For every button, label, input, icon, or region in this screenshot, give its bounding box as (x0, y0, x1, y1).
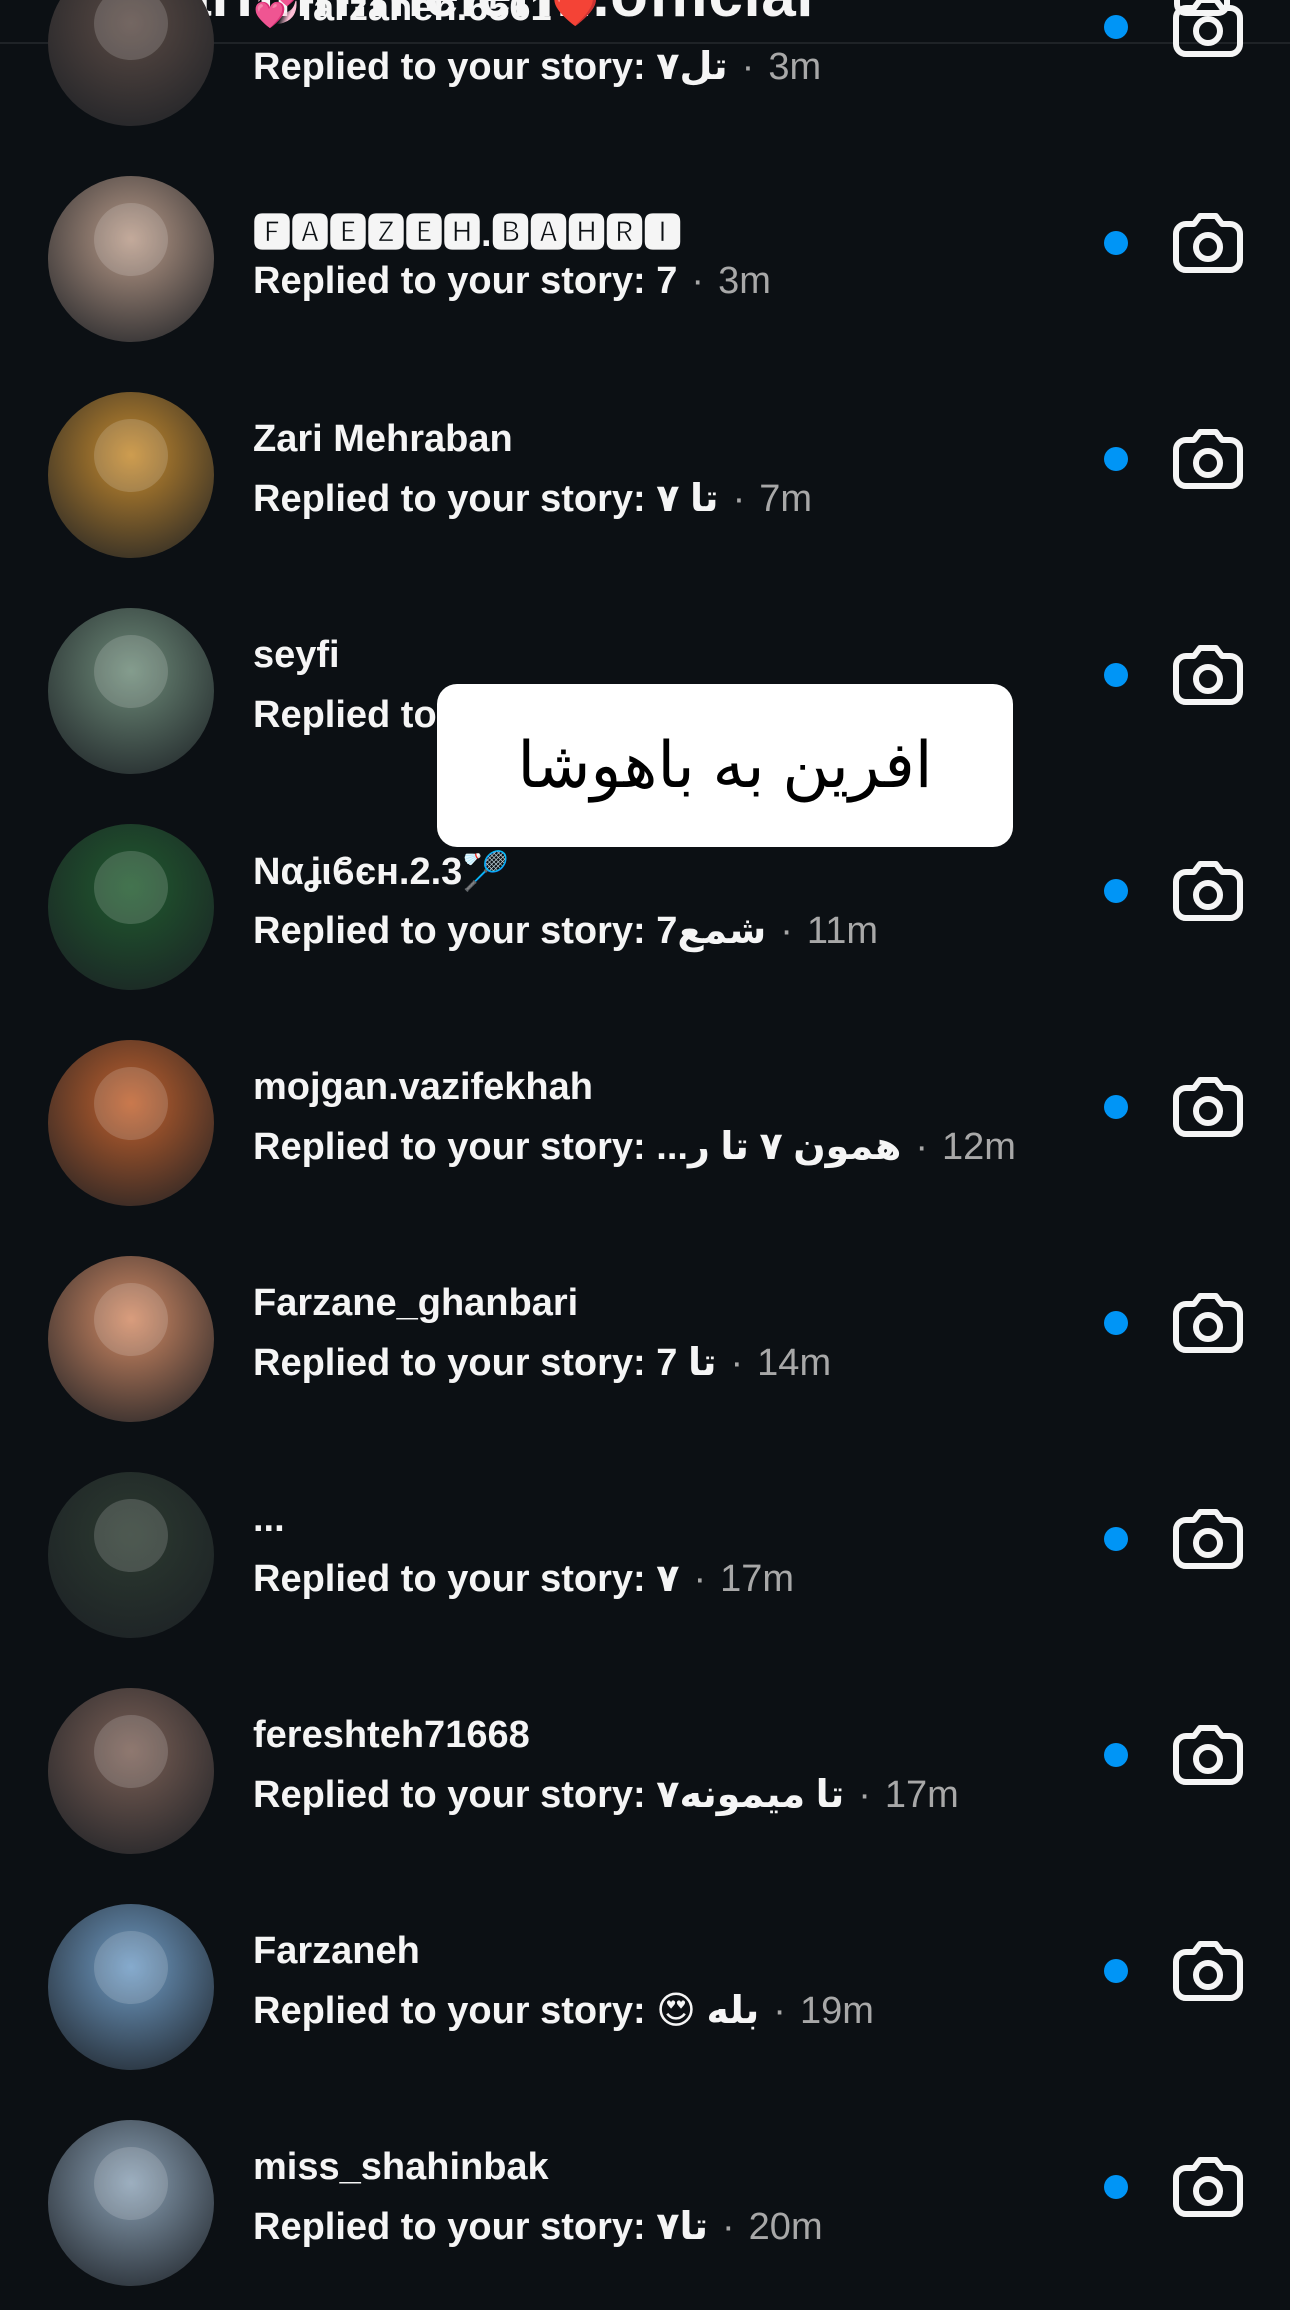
conversation-row[interactable]: 💞farzaneh.6561❤️ Replied to your story: ۷… (0, 0, 1290, 150)
separator-dot: · (773, 1990, 786, 2032)
unread-indicator (1104, 2175, 1128, 2199)
separator-dot: · (730, 1342, 744, 1384)
unread-indicator (1104, 1527, 1128, 1551)
conversation-username: miss_shahinbak (253, 2146, 549, 2188)
conversation-subtitle: Replied to your story: 7 تا · 14m (253, 1340, 831, 1385)
conversation-subtitle: Replied to your story: ۷ تا · 7m (253, 476, 812, 521)
conversation-subtitle: Replied to your story: ۷تا میمونه · 17m (253, 1772, 959, 1817)
conversation-username: 🅵🅰🅴🆉🅴🅷.🅱🅰🅷🆁🅸 (253, 213, 682, 255)
message-time: 12m (941, 1126, 1016, 1168)
camera-icon[interactable] (1172, 2156, 1244, 2218)
message-time: 11m (806, 910, 878, 952)
camera-icon[interactable] (1172, 1724, 1244, 1786)
camera-icon[interactable] (1172, 1940, 1244, 2002)
separator-dot: · (693, 1558, 707, 1600)
camera-icon[interactable] (1172, 860, 1244, 922)
unread-indicator (1104, 447, 1128, 471)
conversation-subtitle: Replied to your story: ۷تا · 20m (253, 2204, 823, 2249)
message-preview: Replied to your story: 😍 بله (253, 1990, 760, 2032)
avatar[interactable] (48, 608, 214, 774)
separator-dot: · (722, 2206, 735, 2248)
camera-icon[interactable] (1172, 0, 1244, 58)
separator-dot: · (780, 910, 793, 952)
message-preview: Replied to your story: 7شمع (253, 910, 767, 952)
conversation-username: ... (253, 1498, 285, 1540)
message-time: 20m (748, 2206, 823, 2248)
conversation-row[interactable]: Farzaneh Replied to your story: 😍 بله · 19m (0, 1878, 1290, 2094)
separator-dot: · (732, 478, 746, 520)
avatar[interactable] (48, 176, 214, 342)
conversation-username: Zari Mehraban (253, 418, 513, 460)
separator-dot: · (741, 46, 755, 88)
conversation-username: Farzaneh (253, 1930, 420, 1972)
message-preview: Replied to your story: ...همون ۷ تا ر (253, 1126, 902, 1168)
conversation-row[interactable]: ... Replied to your story: ۷ · 17m (0, 1446, 1290, 1662)
separator-dot: · (858, 1774, 871, 1816)
message-preview: Replied to your story: 7 (253, 260, 678, 302)
conversation-row[interactable]: Farzane_ghanbari Replied to your story: 7… (0, 1230, 1290, 1446)
message-preview: Replied to your story: ۷ تا (253, 478, 719, 520)
separator-dot: · (915, 1126, 928, 1168)
message-preview: Replied to your story: 7 تا (253, 1342, 717, 1384)
unread-indicator (1104, 663, 1128, 687)
conversation-row[interactable]: fereshteh71668 Replied to your story: ۷تا… (0, 1662, 1290, 1878)
conversation-username: fereshteh71668 (253, 1714, 530, 1756)
conversation-row[interactable]: mojgan.vazifekhah Replied to your story: … (0, 1014, 1290, 1230)
avatar[interactable] (48, 392, 214, 558)
avatar[interactable] (48, 1256, 214, 1422)
message-time: 3m (718, 260, 771, 302)
unread-indicator (1104, 231, 1128, 255)
conversation-username: Farzane_ghanbari (253, 1282, 579, 1324)
camera-icon[interactable] (1172, 1076, 1244, 1138)
message-preview: Replied to your story: ۷تا (253, 2206, 709, 2248)
unread-indicator (1104, 879, 1128, 903)
message-time: 17m (884, 1774, 959, 1816)
camera-icon[interactable] (1172, 212, 1244, 274)
camera-icon[interactable] (1172, 1508, 1244, 1570)
avatar[interactable] (48, 0, 214, 126)
unread-indicator (1104, 1095, 1128, 1119)
unread-indicator (1104, 1743, 1128, 1767)
avatar[interactable] (48, 824, 214, 990)
unread-indicator (1104, 15, 1128, 39)
camera-icon[interactable] (1172, 428, 1244, 490)
conversation-subtitle: Replied to your story: 7شمع · 11m (253, 908, 878, 953)
message-time: 17m (720, 1558, 795, 1600)
conversation-username: seyfi (253, 634, 340, 676)
separator-dot: · (691, 260, 705, 302)
conversation-row[interactable]: 🅵🅰🅴🆉🅴🅷.🅱🅰🅷🆁🅸 Replied to your story: 7 · 3m (0, 150, 1290, 366)
message-time: 7m (759, 478, 813, 520)
avatar[interactable] (48, 1040, 214, 1206)
avatar[interactable] (48, 1472, 214, 1638)
conversation-subtitle: Replied to your story: 😍 بله · 19m (253, 1988, 874, 2033)
camera-icon[interactable] (1172, 644, 1244, 706)
avatar[interactable] (48, 1904, 214, 2070)
conversation-username: Nαʝιϐєн.2.3🏸 (253, 851, 510, 893)
conversation-subtitle: Replied to your story: ۷ · 17m (253, 1556, 794, 1601)
conversation-row[interactable]: miss_shahinbak Replied to your story: ۷تا… (0, 2094, 1290, 2310)
avatar[interactable] (48, 1688, 214, 1854)
conversation-username: mojgan.vazifekhah (253, 1066, 593, 1108)
message-preview: Replied to your story: ۷تل (253, 46, 728, 88)
conversation-subtitle: Replied to your story: ۷تل · 3m (253, 44, 821, 89)
avatar[interactable] (48, 2120, 214, 2286)
conversation-subtitle: Replied to your story: 7 · 3m (253, 260, 771, 303)
unread-indicator (1104, 1311, 1128, 1335)
camera-icon[interactable] (1172, 1292, 1244, 1354)
message-time: 14m (757, 1342, 832, 1384)
message-preview: Replied to your story: ۷ (253, 1558, 680, 1600)
conversation-row[interactable]: Zari Mehraban Replied to your story: ۷ تا… (0, 366, 1290, 582)
conversation-username: 💞farzaneh.6561❤️ (253, 0, 599, 29)
unread-indicator (1104, 1959, 1128, 1983)
message-time: 19m (799, 1990, 874, 2032)
conversation-subtitle: Replied to your story: ...همون ۷ تا ر · 12… (253, 1124, 1016, 1169)
message-time: 3m (768, 46, 822, 88)
story-caption-overlay: افرین به باهوشا (437, 684, 1013, 847)
message-preview: Replied to your story: ۷تا میمونه (253, 1774, 845, 1816)
